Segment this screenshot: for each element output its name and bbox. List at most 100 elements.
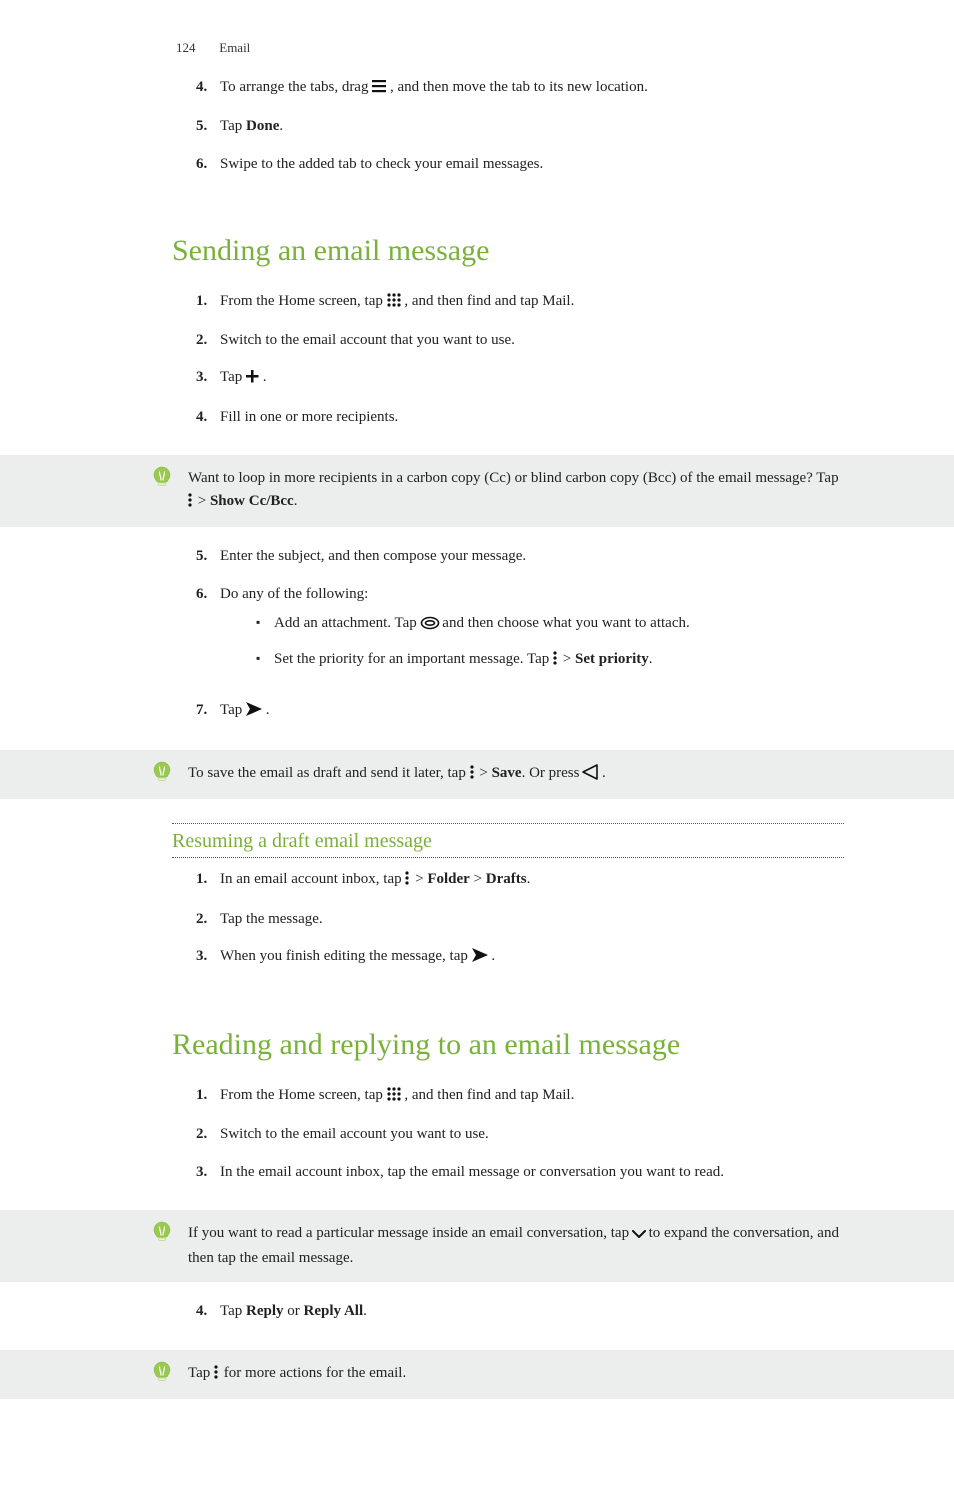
text: . xyxy=(649,651,653,667)
resuming-step-2: 2. Tap the message. xyxy=(196,908,844,945)
section-resuming: Resuming a draft email message 1. In an … xyxy=(0,823,954,984)
reading-step-4: 4. Tap Reply or Reply All. xyxy=(196,1300,844,1337)
page: 124 Email 4. To arrange the tabs, drag ,… xyxy=(0,0,954,1497)
text: In the email account inbox, tap the emai… xyxy=(220,1164,724,1180)
text: > xyxy=(559,651,575,667)
lightbulb-icon xyxy=(152,760,172,784)
sending-step-5: 5. Enter the subject, and then compose y… xyxy=(196,545,844,582)
text: , and then find and tap Mail. xyxy=(401,293,575,309)
text-bold: Done xyxy=(246,118,279,134)
text: > xyxy=(470,871,486,887)
sending-step-7: 7. Tap . xyxy=(196,699,844,738)
send-icon xyxy=(472,947,488,970)
text: Want to loop in more recipients in a car… xyxy=(188,470,839,486)
text: When you finish editing the message, tap xyxy=(220,948,472,964)
step-4: 4. To arrange the tabs, drag , and then … xyxy=(196,76,844,115)
text-bold: Reply xyxy=(246,1303,284,1319)
text: Tap xyxy=(220,369,246,385)
sending-step-6: 6. Do any of the following: Add an attac… xyxy=(196,583,844,699)
reading-step-1: 1. From the Home screen, tap , and then … xyxy=(196,1084,844,1123)
text: , and then move the tab to its new locat… xyxy=(386,79,648,95)
section-reading-cont: 4. Tap Reply or Reply All. xyxy=(0,1300,954,1337)
text: In an email account inbox, tap xyxy=(220,871,405,887)
sending-step-2: 2. Switch to the email account that you … xyxy=(196,329,844,366)
heading-resuming: Resuming a draft email message xyxy=(172,823,844,858)
text: Add an attachment. Tap xyxy=(274,615,421,631)
page-number: 124 xyxy=(176,40,216,56)
reading-step-3: 3. In the email account inbox, tap the e… xyxy=(196,1161,844,1198)
reading-step-2: 2. Switch to the email account you want … xyxy=(196,1123,844,1160)
lightbulb-icon xyxy=(152,465,172,489)
text: If you want to read a particular message… xyxy=(188,1225,633,1241)
text-bold: Reply All xyxy=(304,1303,364,1319)
heading-sending: Sending an email message xyxy=(172,234,844,268)
text: Enter the subject, and then compose your… xyxy=(220,548,526,564)
tip-cc-bcc: Want to loop in more recipients in a car… xyxy=(0,455,954,528)
text: To save the email as draft and send it l… xyxy=(188,765,470,781)
text: . xyxy=(488,948,496,964)
text-bold: Set priority xyxy=(575,651,649,667)
plus-icon xyxy=(246,368,259,391)
tip-expand-conversation: If you want to read a particular message… xyxy=(0,1210,954,1283)
send-icon xyxy=(246,701,262,724)
text: or xyxy=(284,1303,304,1319)
text: . xyxy=(598,765,606,781)
text: , and then find and tap Mail. xyxy=(401,1087,575,1103)
text: > xyxy=(411,871,427,887)
text: > xyxy=(476,765,492,781)
chevron-down-icon xyxy=(633,1224,645,1247)
sending-step-4: 4. Fill in one or more recipients. xyxy=(196,406,844,443)
text: Tap xyxy=(220,1303,246,1319)
tip-more-actions: Tap for more actions for the email. xyxy=(0,1350,954,1399)
step-6: 6. Swipe to the added tab to check your … xyxy=(196,153,844,190)
continuation-steps: 4. To arrange the tabs, drag , and then … xyxy=(0,76,954,190)
chapter-title: Email xyxy=(219,40,250,55)
text: To arrange the tabs, drag xyxy=(220,79,372,95)
text: Tap the message. xyxy=(220,911,323,927)
tip-save-draft: To save the email as draft and send it l… xyxy=(0,750,954,799)
text: and then choose what you want to attach. xyxy=(439,615,690,631)
hamburger-icon xyxy=(372,78,386,101)
heading-reading: Reading and replying to an email message xyxy=(172,1028,844,1062)
text: From the Home screen, tap xyxy=(220,293,387,309)
apps-grid-icon xyxy=(387,1086,401,1109)
text: Tap xyxy=(220,118,246,134)
text-bold: Folder xyxy=(427,871,470,887)
text: Swipe to the added tab to check your ema… xyxy=(220,156,543,172)
attachment-icon xyxy=(421,614,439,637)
lightbulb-icon xyxy=(152,1220,172,1244)
text: . xyxy=(294,493,298,509)
text: . xyxy=(262,702,270,718)
text: From the Home screen, tap xyxy=(220,1087,387,1103)
text-bold: Drafts xyxy=(486,871,527,887)
text: Switch to the email account you want to … xyxy=(220,1126,489,1142)
resuming-step-1: 1. In an email account inbox, tap > Fold… xyxy=(196,868,844,907)
section-reading: Reading and replying to an email message… xyxy=(0,1028,954,1198)
text: . xyxy=(279,118,283,134)
apps-grid-icon xyxy=(387,292,401,315)
sending-step-1: 1. From the Home screen, tap , and then … xyxy=(196,290,844,329)
text: . xyxy=(527,871,531,887)
text: Switch to the email account that you wan… xyxy=(220,332,515,348)
back-icon xyxy=(583,764,598,787)
text: > xyxy=(194,493,210,509)
text: Do any of the following: xyxy=(220,586,368,602)
text: . xyxy=(259,369,267,385)
step-5: 5. Tap Done. xyxy=(196,115,844,152)
text: for more actions for the email. xyxy=(220,1365,406,1381)
text: Fill in one or more recipients. xyxy=(220,409,398,425)
sending-bullet-priority: Set the priority for an important messag… xyxy=(256,648,844,685)
section-sending-cont: 5. Enter the subject, and then compose y… xyxy=(0,545,954,738)
text: Tap xyxy=(188,1365,214,1381)
resuming-step-3: 3. When you finish editing the message, … xyxy=(196,945,844,984)
text: Set the priority for an important messag… xyxy=(274,651,553,667)
text: Tap xyxy=(220,702,246,718)
text-bold: Show Cc/Bcc xyxy=(210,493,294,509)
sending-step-3: 3. Tap . xyxy=(196,366,844,405)
text-bold: Save xyxy=(492,765,522,781)
lightbulb-icon xyxy=(152,1360,172,1384)
text: . Or press xyxy=(522,765,584,781)
page-header: 124 Email xyxy=(0,0,954,66)
text: . xyxy=(363,1303,367,1319)
section-sending: Sending an email message 1. From the Hom… xyxy=(0,234,954,443)
